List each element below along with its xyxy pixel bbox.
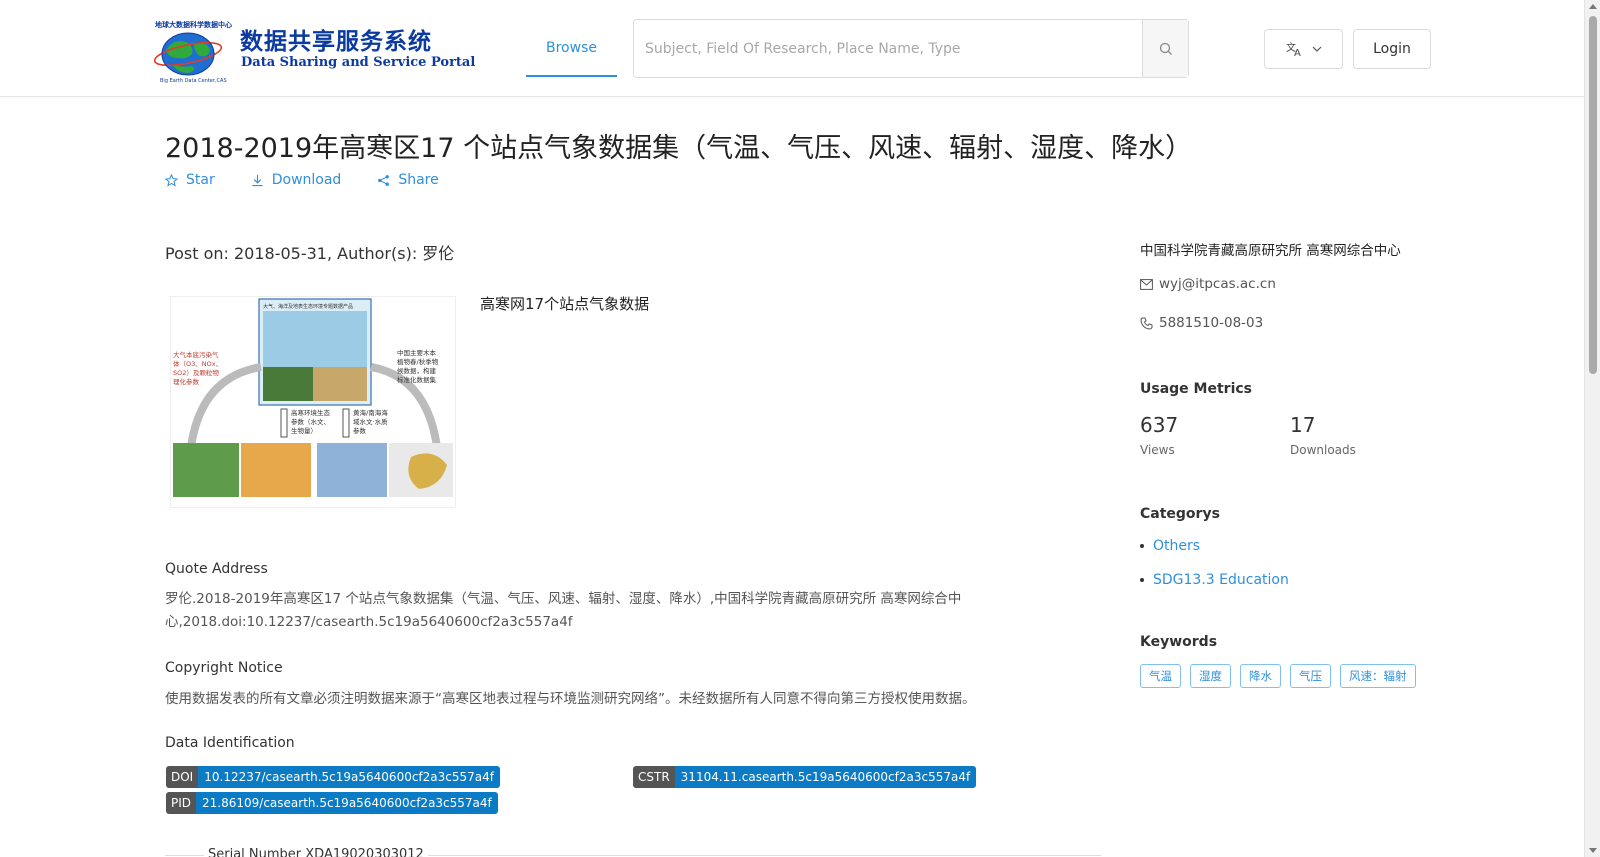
portal-logo[interactable]: 地球大数据科学数据中心 数据共享服务系统 Data Sharing and Se… <box>152 21 475 84</box>
page-scrollbar[interactable] <box>1584 0 1600 857</box>
keyword-tag[interactable]: 降水 <box>1240 664 1281 688</box>
svg-text:A: A <box>1294 48 1301 57</box>
identification-label: Data Identification <box>165 735 295 751</box>
share-icon <box>378 174 390 186</box>
search-icon <box>1159 42 1172 55</box>
cstr-badge[interactable]: CSTR 31104.11.casearth.5c19a5640600cf2a3… <box>633 766 977 788</box>
usage-metrics-heading: Usage Metrics <box>1140 381 1252 397</box>
nav-browse-tab[interactable]: Browse <box>526 20 617 77</box>
star-label: Star <box>186 172 215 188</box>
scroll-down-arrow-icon[interactable] <box>1589 848 1597 853</box>
logo-foot-text: Big Earth Data Center,CAS <box>160 78 227 84</box>
share-label: Share <box>398 172 439 188</box>
quote-label: Quote Address <box>165 561 268 577</box>
search-input[interactable] <box>634 20 1142 77</box>
contact-phone: 5881510-08-03 <box>1140 315 1263 331</box>
logo-title-cn: 数据共享服务系统 <box>240 29 432 55</box>
logo-title-en: Data Sharing and Service Portal <box>241 55 476 70</box>
organization-name: 中国科学院青藏高原研究所 高寒网综合中心 <box>1140 243 1401 259</box>
dataset-title: 2018-2019年高寒区17 个站点气象数据集（气温、气压、风速、辐射、湿度、… <box>165 133 1193 164</box>
category-label: SDG13.3 Education <box>1153 572 1289 588</box>
dataset-abstract: 高寒网17个站点气象数据 <box>480 295 650 313</box>
search-box <box>633 19 1189 78</box>
thumbnail-right-text: 中国主要木本 植物春/秋季物 候数据，构建 标准化数据集 <box>397 348 440 384</box>
quote-text: 罗伦.2018-2019年高寒区17 个站点气象数据集（气温、气压、风速、辐射、… <box>165 591 962 630</box>
language-switcher[interactable]: 文 A <box>1264 29 1343 69</box>
scrollbar-thumb[interactable] <box>1589 16 1597 374</box>
categories-heading: Categorys <box>1140 506 1220 522</box>
share-button[interactable]: Share <box>377 172 439 188</box>
views-count: 637 <box>1140 413 1179 437</box>
category-link-sdg[interactable]: SDG13.3 Education <box>1140 572 1289 588</box>
category-link-others[interactable]: Others <box>1140 538 1200 554</box>
translate-icon: 文 A <box>1286 41 1301 57</box>
chevron-down-icon <box>1312 46 1321 52</box>
download-icon <box>252 174 263 186</box>
post-info: Post on: 2018-05-31, Author(s): 罗伦 <box>165 244 455 263</box>
bullet-icon <box>1140 578 1144 582</box>
serial-number: Serial Number XDA19020303012 <box>204 847 428 857</box>
copyright-text: 使用数据发表的所有文章必须注明数据来源于“高寒区地表过程与环境监测研究网络”。未… <box>165 691 976 707</box>
phone-value: 5881510-08-03 <box>1159 315 1264 331</box>
cstr-key: CSTR <box>633 766 675 788</box>
doi-value: 10.12237/casearth.5c19a5640600cf2a3c557a… <box>198 766 500 788</box>
keyword-tag[interactable]: 气压 <box>1290 664 1331 688</box>
thumbnail-illustration: 大气、海洋及地表生态环境专题数据产品 大气本底污染气 体（O3、NOx、 SO2… <box>173 298 453 497</box>
downloads-count: 17 <box>1290 413 1316 437</box>
category-label: Others <box>1153 538 1201 554</box>
download-button[interactable]: Download <box>251 172 342 188</box>
star-button[interactable]: Star <box>165 172 215 188</box>
phone-icon <box>1140 317 1153 330</box>
mail-icon <box>1140 278 1153 290</box>
pid-value: 21.86109/casearth.5c19a5640600cf2a3c557a… <box>196 792 498 814</box>
thumbnail-center-right-text: 黄海/南海海 域水文·水质 参数 <box>353 408 390 435</box>
thumbnail-header-text: 大气、海洋及地表生态环境专题数据产品 <box>263 303 353 310</box>
thumbnail-center-left-text: 高寒环境生态 参数（水文、 生物量） <box>291 408 332 435</box>
keyword-tag[interactable]: 气温 <box>1140 664 1181 688</box>
pid-badge[interactable]: PID 21.86109/casearth.5c19a5640600cf2a3c… <box>166 792 498 814</box>
email-value: wyj@itpcas.ac.cn <box>1159 276 1276 292</box>
contact-email[interactable]: wyj@itpcas.ac.cn <box>1140 276 1276 292</box>
cstr-value: 31104.11.casearth.5c19a5640600cf2a3c557a… <box>674 766 977 788</box>
views-label: Views <box>1140 443 1175 457</box>
scroll-up-arrow-icon[interactable] <box>1589 4 1597 9</box>
keyword-tag[interactable]: 湿度 <box>1190 664 1231 688</box>
globe-logo-icon <box>153 32 223 76</box>
keyword-tag[interactable]: 风速：辐射 <box>1340 664 1416 688</box>
star-icon <box>165 173 178 187</box>
search-button[interactable] <box>1142 20 1188 77</box>
dataset-actions: Star Download Share <box>165 172 475 188</box>
keywords-heading: Keywords <box>1140 634 1218 650</box>
dataset-thumbnail: 大气、海洋及地表生态环境专题数据产品 大气本底污染气 体（O3、NOx、 SO2… <box>170 296 456 508</box>
doi-badge[interactable]: DOI 10.12237/casearth.5c19a5640600cf2a3c… <box>166 766 500 788</box>
logo-ring-text: 地球大数据科学数据中心 <box>155 21 232 29</box>
login-button[interactable]: Login <box>1353 29 1431 69</box>
doi-key: DOI <box>166 766 199 788</box>
pid-key: PID <box>166 792 197 814</box>
top-header: 地球大数据科学数据中心 数据共享服务系统 Data Sharing and Se… <box>0 0 1584 97</box>
copyright-label: Copyright Notice <box>165 660 283 676</box>
keyword-list: 气温 湿度 降水 气压 风速：辐射 <box>1140 664 1416 688</box>
bullet-icon <box>1140 544 1144 548</box>
downloads-label: Downloads <box>1290 443 1356 457</box>
download-label: Download <box>271 172 342 188</box>
thumbnail-left-text: 大气本底污染气 体（O3、NOx、 SO2）及颗粒物 理化参数 <box>173 350 224 386</box>
